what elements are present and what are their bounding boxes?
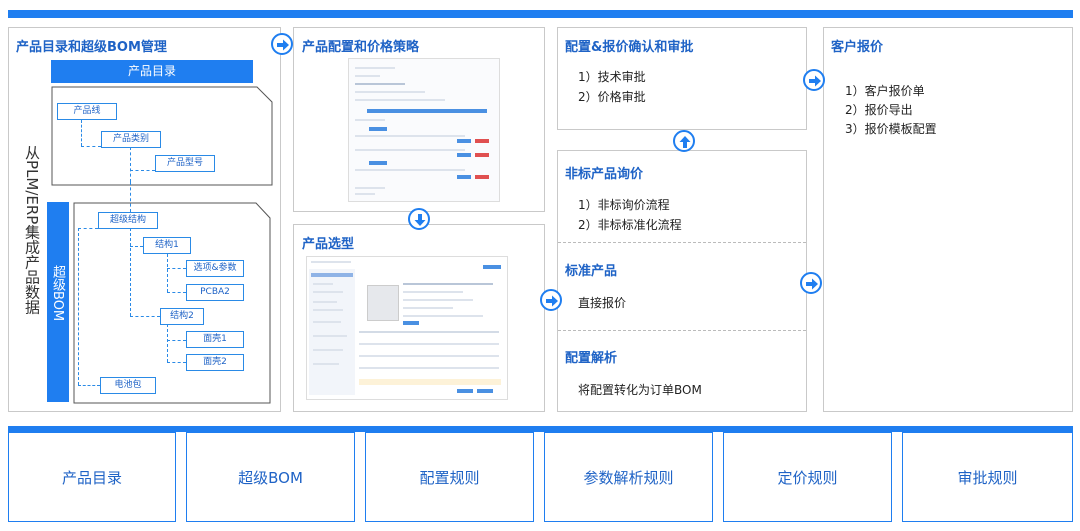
tree-node-structure-1: 结构1: [143, 237, 191, 254]
quote-item-2: 2）报价导出: [845, 103, 913, 117]
tree-connector: [130, 316, 160, 317]
arrow-right-icon: [271, 33, 293, 55]
parse-item-1: 将配置转化为订单BOM: [578, 383, 702, 397]
tree-connector: [130, 228, 131, 316]
tree-connector: [167, 254, 168, 292]
config-screenshot: [348, 58, 500, 202]
tree-connector: [167, 268, 186, 269]
selection-title: 产品选型: [302, 237, 355, 252]
tree-connector: [130, 182, 131, 212]
tree-node-options-params: 选项&参数: [186, 260, 244, 277]
quote-item-1: 1）客户报价单: [845, 84, 925, 98]
tree-node-structure-2: 结构2: [160, 308, 204, 325]
inquiry-panel: [557, 150, 807, 412]
confirm-item-1: 1）技术审批: [578, 70, 646, 84]
tree-connector: [81, 120, 82, 146]
tree-node-shell-2: 面壳2: [186, 354, 244, 371]
tree-node-product-model: 产品型号: [155, 155, 215, 172]
bottom-label: 定价规则: [777, 468, 838, 487]
arrow-right-icon: [800, 272, 822, 294]
bottom-label: 超级BOM: [238, 468, 303, 487]
bottom-label: 产品目录: [61, 468, 122, 487]
selection-screenshot: [306, 256, 508, 400]
catalog-header-bar: 产品目录: [51, 60, 253, 83]
bom-tree-outline: [73, 202, 271, 404]
bottom-box-config-rules: 配置规则: [365, 432, 534, 522]
tree-node-super-structure: 超级结构: [98, 212, 158, 229]
tree-node-product-category: 产品类别: [101, 131, 161, 148]
bottom-box-param-rules: 参数解析规则: [544, 432, 713, 522]
tree-node-product-line: 产品线: [57, 103, 117, 120]
arrow-up-icon: [673, 130, 695, 152]
quote-item-3: 3）报价模板配置: [845, 122, 937, 136]
tree-connector: [167, 292, 186, 293]
tree-connector: [130, 246, 143, 247]
arrow-down-icon: [408, 208, 430, 230]
standard-item-1: 直接报价: [578, 296, 627, 310]
arrow-right-icon: [803, 69, 825, 91]
super-bom-label: 超级BOM: [50, 265, 65, 322]
tree-connector: [78, 228, 79, 385]
quote-title: 客户报价: [831, 40, 884, 55]
tree-node-battery-pack: 电池包: [100, 377, 156, 394]
nonstandard-item-1: 1）非标询价流程: [578, 198, 670, 212]
tree-node-pcba2: PCBA2: [186, 284, 244, 301]
bottom-label: 配置规则: [419, 468, 480, 487]
tree-connector: [81, 146, 101, 147]
tree-connector: [78, 385, 100, 386]
section-divider: [558, 330, 806, 331]
confirm-item-2: 2）价格审批: [578, 90, 646, 104]
catalog-header-label: 产品目录: [127, 64, 176, 78]
tree-connector: [167, 324, 168, 362]
nonstandard-item-2: 2）非标标准化流程: [578, 218, 682, 232]
catalog-title: 产品目录和超级BOM管理: [16, 40, 167, 55]
bottom-box-pricing-rules: 定价规则: [723, 432, 892, 522]
tree-connector: [167, 362, 186, 363]
tree-connector: [130, 147, 131, 182]
tree-node-shell-1: 面壳1: [186, 331, 244, 348]
standard-title: 标准产品: [565, 264, 618, 279]
tree-connector: [167, 340, 186, 341]
confirm-title: 配置&报价确认和审批: [565, 40, 694, 55]
bottom-box-approval-rules: 审批规则: [902, 432, 1073, 522]
nonstandard-title: 非标产品询价: [565, 167, 644, 182]
section-divider: [558, 242, 806, 243]
bottom-label: 审批规则: [957, 468, 1018, 487]
parse-title: 配置解析: [565, 351, 618, 366]
bottom-box-product-catalog: 产品目录: [8, 432, 176, 522]
bottom-label: 参数解析规则: [583, 468, 674, 487]
bottom-box-super-bom: 超级BOM: [186, 432, 355, 522]
top-accent-bar: [8, 10, 1073, 18]
config-title: 产品配置和价格策略: [302, 40, 420, 55]
tree-connector: [130, 170, 155, 171]
tree-connector: [78, 228, 98, 229]
arrow-right-icon: [540, 289, 562, 311]
catalog-side-text: 从PLM/ERP集成产品数据: [23, 145, 41, 315]
